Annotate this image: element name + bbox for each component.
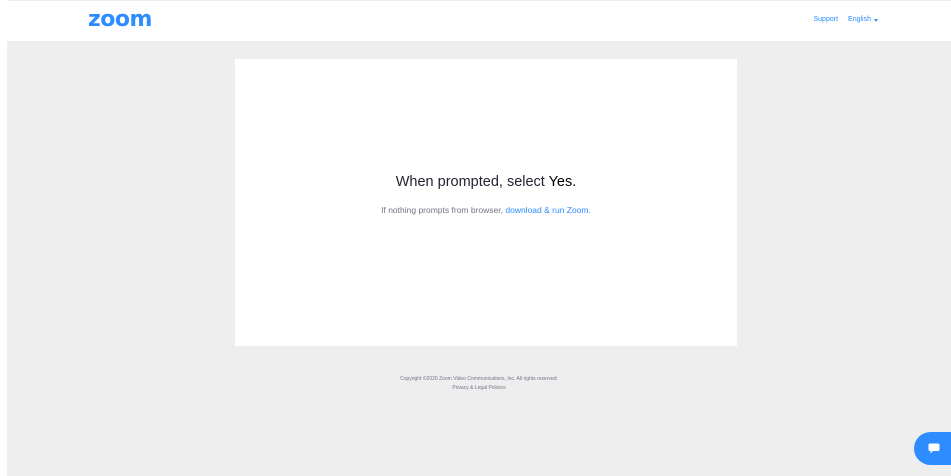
page: zoom Support English When prompted, sele… bbox=[0, 0, 951, 476]
language-dropdown[interactable]: English bbox=[848, 16, 878, 23]
prompt-title: When prompted, select Yes. bbox=[235, 173, 737, 191]
top-header: zoom Support English bbox=[7, 0, 951, 41]
language-label: English bbox=[848, 16, 871, 23]
prompt-title-yes: Yes. bbox=[548, 174, 577, 190]
prompt-subtitle: If nothing prompts from browser, downloa… bbox=[235, 204, 737, 216]
copyright-text: Copyright ©2020 Zoom Video Communication… bbox=[400, 376, 558, 382]
privacy-legal-link[interactable]: Privacy & Legal Policies bbox=[452, 385, 505, 391]
footer: Copyright ©2020 Zoom Video Communication… bbox=[7, 375, 951, 393]
chat-support-button[interactable] bbox=[914, 432, 951, 465]
support-link[interactable]: Support bbox=[814, 16, 839, 23]
prompt-title-text: When prompted, select bbox=[395, 174, 549, 190]
header-nav: Support English bbox=[814, 16, 878, 23]
zoom-logo[interactable]: zoom bbox=[88, 8, 152, 32]
chevron-down-icon bbox=[874, 18, 878, 22]
chat-bubble-icon bbox=[928, 443, 939, 454]
main-content: When prompted, select Yes. If nothing pr… bbox=[7, 41, 951, 476]
prompt-subtitle-text: If nothing prompts from browser, bbox=[381, 205, 506, 215]
download-run-zoom-link[interactable]: download & run Zoom. bbox=[505, 205, 591, 215]
launch-card: When prompted, select Yes. If nothing pr… bbox=[235, 59, 737, 346]
